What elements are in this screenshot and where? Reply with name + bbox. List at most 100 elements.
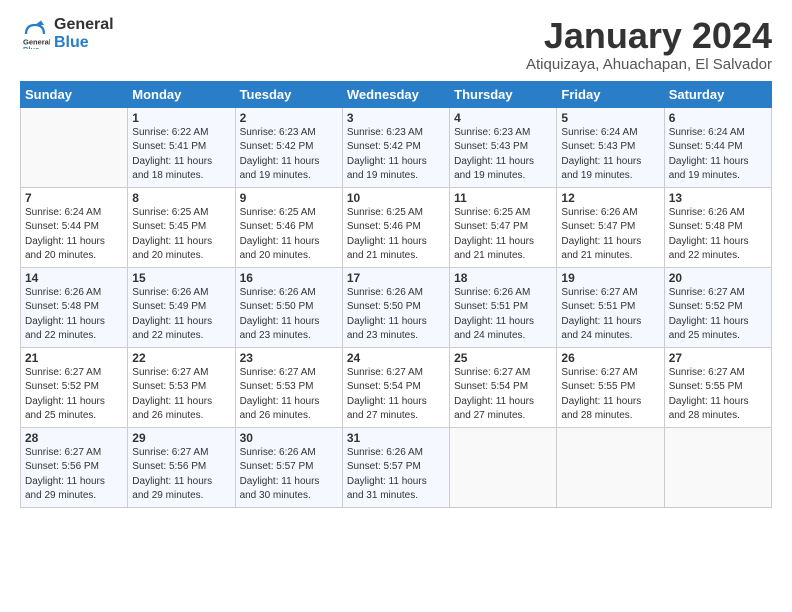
day-info: Sunrise: 6:26 AMSunset: 5:51 PMDaylight:… [454, 286, 552, 344]
day-info: Sunrise: 6:22 AMSunset: 5:41 PMDaylight:… [132, 126, 230, 184]
weekday-header-saturday: Saturday [664, 81, 771, 107]
day-info: Sunrise: 6:24 AMSunset: 5:44 PMDaylight:… [25, 206, 123, 264]
day-info: Sunrise: 6:25 AMSunset: 5:45 PMDaylight:… [132, 206, 230, 264]
day-cell: 13Sunrise: 6:26 AMSunset: 5:48 PMDayligh… [664, 187, 771, 267]
day-cell: 16Sunrise: 6:26 AMSunset: 5:50 PMDayligh… [235, 267, 342, 347]
day-number: 18 [454, 271, 552, 285]
day-cell: 1Sunrise: 6:22 AMSunset: 5:41 PMDaylight… [128, 107, 235, 187]
day-info: Sunrise: 6:27 AMSunset: 5:56 PMDaylight:… [132, 446, 230, 504]
logo-general-text: General [54, 16, 114, 34]
day-info: Sunrise: 6:26 AMSunset: 5:50 PMDaylight:… [240, 286, 338, 344]
day-number: 6 [669, 111, 767, 125]
day-number: 19 [561, 271, 659, 285]
day-number: 7 [25, 191, 123, 205]
day-cell: 29Sunrise: 6:27 AMSunset: 5:56 PMDayligh… [128, 427, 235, 507]
day-info: Sunrise: 6:24 AMSunset: 5:43 PMDaylight:… [561, 126, 659, 184]
day-info: Sunrise: 6:25 AMSunset: 5:46 PMDaylight:… [240, 206, 338, 264]
weekday-header-row: SundayMondayTuesdayWednesdayThursdayFrid… [21, 81, 772, 107]
day-cell [557, 427, 664, 507]
day-info: Sunrise: 6:27 AMSunset: 5:53 PMDaylight:… [132, 366, 230, 424]
logo-blue-text: Blue [54, 34, 114, 52]
day-cell: 5Sunrise: 6:24 AMSunset: 5:43 PMDaylight… [557, 107, 664, 187]
logo-icon: General Blue [20, 19, 50, 49]
day-cell: 8Sunrise: 6:25 AMSunset: 5:45 PMDaylight… [128, 187, 235, 267]
day-number: 8 [132, 191, 230, 205]
day-number: 3 [347, 111, 445, 125]
header: General Blue General Blue January 2024 A… [20, 16, 772, 73]
day-cell: 4Sunrise: 6:23 AMSunset: 5:43 PMDaylight… [450, 107, 557, 187]
day-cell: 9Sunrise: 6:25 AMSunset: 5:46 PMDaylight… [235, 187, 342, 267]
day-cell: 11Sunrise: 6:25 AMSunset: 5:47 PMDayligh… [450, 187, 557, 267]
day-number: 15 [132, 271, 230, 285]
day-info: Sunrise: 6:25 AMSunset: 5:46 PMDaylight:… [347, 206, 445, 264]
day-number: 12 [561, 191, 659, 205]
day-info: Sunrise: 6:27 AMSunset: 5:52 PMDaylight:… [25, 366, 123, 424]
day-number: 27 [669, 351, 767, 365]
day-number: 31 [347, 431, 445, 445]
day-info: Sunrise: 6:27 AMSunset: 5:54 PMDaylight:… [347, 366, 445, 424]
day-number: 11 [454, 191, 552, 205]
day-number: 23 [240, 351, 338, 365]
day-cell: 18Sunrise: 6:26 AMSunset: 5:51 PMDayligh… [450, 267, 557, 347]
day-info: Sunrise: 6:27 AMSunset: 5:54 PMDaylight:… [454, 366, 552, 424]
day-info: Sunrise: 6:26 AMSunset: 5:48 PMDaylight:… [25, 286, 123, 344]
day-info: Sunrise: 6:23 AMSunset: 5:42 PMDaylight:… [347, 126, 445, 184]
day-info: Sunrise: 6:27 AMSunset: 5:56 PMDaylight:… [25, 446, 123, 504]
day-info: Sunrise: 6:26 AMSunset: 5:50 PMDaylight:… [347, 286, 445, 344]
day-cell: 15Sunrise: 6:26 AMSunset: 5:49 PMDayligh… [128, 267, 235, 347]
week-row-2: 7Sunrise: 6:24 AMSunset: 5:44 PMDaylight… [21, 187, 772, 267]
day-info: Sunrise: 6:26 AMSunset: 5:49 PMDaylight:… [132, 286, 230, 344]
day-info: Sunrise: 6:26 AMSunset: 5:47 PMDaylight:… [561, 206, 659, 264]
weekday-header-wednesday: Wednesday [342, 81, 449, 107]
day-number: 13 [669, 191, 767, 205]
page: General Blue General Blue January 2024 A… [0, 0, 792, 612]
day-info: Sunrise: 6:23 AMSunset: 5:42 PMDaylight:… [240, 126, 338, 184]
day-cell: 22Sunrise: 6:27 AMSunset: 5:53 PMDayligh… [128, 347, 235, 427]
day-cell: 10Sunrise: 6:25 AMSunset: 5:46 PMDayligh… [342, 187, 449, 267]
calendar-table: SundayMondayTuesdayWednesdayThursdayFrid… [20, 81, 772, 508]
title-section: January 2024 Atiquizaya, Ahuachapan, El … [526, 16, 772, 73]
day-info: Sunrise: 6:23 AMSunset: 5:43 PMDaylight:… [454, 126, 552, 184]
day-cell: 30Sunrise: 6:26 AMSunset: 5:57 PMDayligh… [235, 427, 342, 507]
day-cell: 6Sunrise: 6:24 AMSunset: 5:44 PMDaylight… [664, 107, 771, 187]
week-row-4: 21Sunrise: 6:27 AMSunset: 5:52 PMDayligh… [21, 347, 772, 427]
day-info: Sunrise: 6:26 AMSunset: 5:57 PMDaylight:… [240, 446, 338, 504]
day-number: 4 [454, 111, 552, 125]
day-number: 25 [454, 351, 552, 365]
day-cell: 2Sunrise: 6:23 AMSunset: 5:42 PMDaylight… [235, 107, 342, 187]
day-number: 14 [25, 271, 123, 285]
week-row-5: 28Sunrise: 6:27 AMSunset: 5:56 PMDayligh… [21, 427, 772, 507]
month-title: January 2024 [526, 16, 772, 56]
weekday-header-thursday: Thursday [450, 81, 557, 107]
day-info: Sunrise: 6:27 AMSunset: 5:51 PMDaylight:… [561, 286, 659, 344]
day-info: Sunrise: 6:27 AMSunset: 5:52 PMDaylight:… [669, 286, 767, 344]
day-number: 10 [347, 191, 445, 205]
day-cell: 31Sunrise: 6:26 AMSunset: 5:57 PMDayligh… [342, 427, 449, 507]
day-number: 29 [132, 431, 230, 445]
day-cell [664, 427, 771, 507]
day-number: 30 [240, 431, 338, 445]
day-number: 17 [347, 271, 445, 285]
day-info: Sunrise: 6:27 AMSunset: 5:55 PMDaylight:… [669, 366, 767, 424]
weekday-header-sunday: Sunday [21, 81, 128, 107]
day-cell: 14Sunrise: 6:26 AMSunset: 5:48 PMDayligh… [21, 267, 128, 347]
day-number: 16 [240, 271, 338, 285]
day-info: Sunrise: 6:27 AMSunset: 5:55 PMDaylight:… [561, 366, 659, 424]
day-number: 2 [240, 111, 338, 125]
day-number: 26 [561, 351, 659, 365]
day-number: 20 [669, 271, 767, 285]
logo: General Blue General Blue [20, 16, 114, 51]
day-cell: 20Sunrise: 6:27 AMSunset: 5:52 PMDayligh… [664, 267, 771, 347]
day-cell: 28Sunrise: 6:27 AMSunset: 5:56 PMDayligh… [21, 427, 128, 507]
day-cell [21, 107, 128, 187]
day-info: Sunrise: 6:26 AMSunset: 5:48 PMDaylight:… [669, 206, 767, 264]
day-cell: 26Sunrise: 6:27 AMSunset: 5:55 PMDayligh… [557, 347, 664, 427]
day-number: 1 [132, 111, 230, 125]
day-number: 24 [347, 351, 445, 365]
week-row-3: 14Sunrise: 6:26 AMSunset: 5:48 PMDayligh… [21, 267, 772, 347]
day-cell: 19Sunrise: 6:27 AMSunset: 5:51 PMDayligh… [557, 267, 664, 347]
day-number: 9 [240, 191, 338, 205]
weekday-header-friday: Friday [557, 81, 664, 107]
day-cell: 21Sunrise: 6:27 AMSunset: 5:52 PMDayligh… [21, 347, 128, 427]
day-cell: 12Sunrise: 6:26 AMSunset: 5:47 PMDayligh… [557, 187, 664, 267]
